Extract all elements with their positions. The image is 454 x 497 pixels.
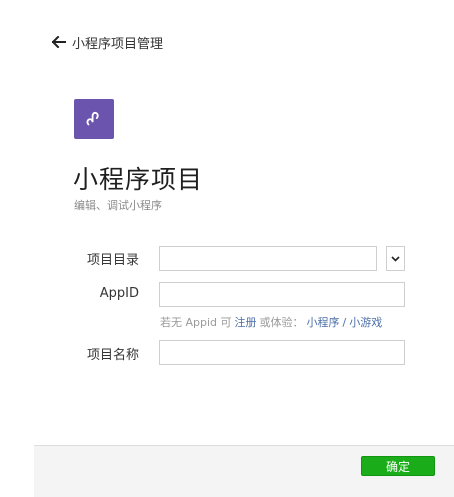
- register-link[interactable]: 注册: [235, 314, 257, 330]
- page-title: 小程序项目: [73, 165, 204, 194]
- hint-prefix: 若无 Appid 可: [160, 316, 232, 329]
- appid-hint: 若无 Appid 可 注册 或体验： 小程序 / 小游戏: [160, 314, 385, 330]
- page-subtitle: 编辑、调试小程序: [74, 199, 162, 212]
- project-name-field[interactable]: [159, 340, 405, 365]
- try-mini-program-link[interactable]: 小程序: [307, 314, 340, 330]
- confirm-button[interactable]: 确定: [361, 456, 435, 476]
- directory-label: 项目目录: [86, 253, 139, 268]
- try-mini-game-link[interactable]: 小游戏: [349, 314, 382, 330]
- appid-input[interactable]: [160, 283, 404, 306]
- project-name-label: 项目名称: [86, 348, 139, 363]
- mini-program-logo-icon: [74, 99, 114, 139]
- hint-or-try: 或体验：: [259, 316, 304, 329]
- hint-separator: /: [342, 315, 347, 329]
- directory-dropdown-button[interactable]: [386, 246, 405, 271]
- project-name-input[interactable]: [160, 341, 404, 364]
- back-link-label: 小程序项目管理: [72, 36, 164, 52]
- back-link[interactable]: 小程序项目管理: [52, 31, 163, 53]
- directory-field[interactable]: [159, 246, 377, 271]
- chevron-down-icon: [391, 255, 400, 262]
- directory-input[interactable]: [160, 247, 376, 270]
- arrow-left-icon: [52, 36, 66, 48]
- appid-label: AppID: [99, 286, 139, 301]
- appid-field[interactable]: [159, 282, 405, 307]
